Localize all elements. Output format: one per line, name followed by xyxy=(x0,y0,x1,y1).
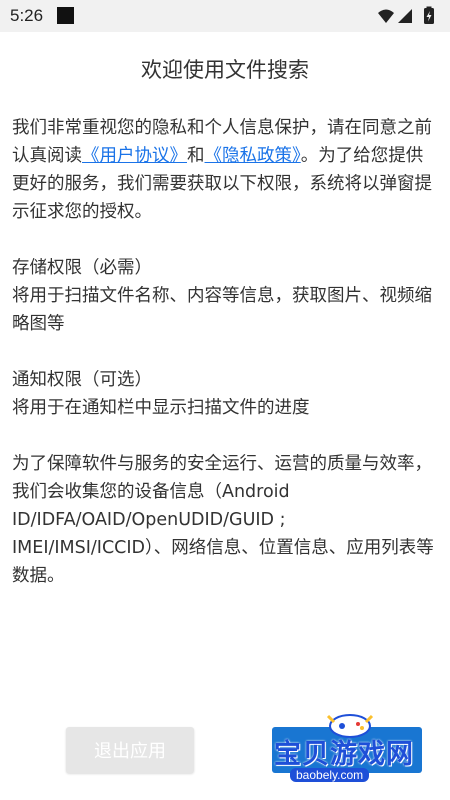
privacy-content: 我们非常重视您的隐私和个人信息保护，请在同意之前认真阅读《用户协议》和《隐私政策… xyxy=(12,114,438,618)
storage-permission-section: 存储权限（必需） 将用于扫描文件名称、内容等信息，获取图片、视频缩略图等 xyxy=(12,254,438,338)
intro-paragraph: 我们非常重视您的隐私和个人信息保护，请在同意之前认真阅读《用户协议》和《隐私政策… xyxy=(12,114,438,226)
agree-button[interactable] xyxy=(272,727,422,773)
status-time: 5:26 xyxy=(10,6,44,25)
user-agreement-link[interactable]: 《用户协议》 xyxy=(82,146,187,166)
wifi-icon xyxy=(378,9,394,23)
storage-permission-description: 将用于扫描文件名称、内容等信息，获取图片、视频缩略图等 xyxy=(12,286,432,334)
page-title: 欢迎使用文件搜索 xyxy=(141,58,309,82)
notification-permission-description: 将用于在通知栏中显示扫描文件的进度 xyxy=(12,398,310,418)
data-collection-notice: 为了保障软件与服务的安全运行、运营的质量与效率，我们会收集您的设备信息（Andr… xyxy=(12,454,434,586)
privacy-policy-link[interactable]: 《隐私政策》 xyxy=(205,146,301,166)
signal-icon xyxy=(398,9,412,23)
exit-app-button[interactable]: 退出应用 xyxy=(66,727,194,773)
notification-permission-heading: 通知权限（可选） xyxy=(12,370,152,390)
status-bar: 5:26 xyxy=(0,0,450,32)
notification-icon xyxy=(57,7,74,24)
storage-permission-heading: 存储权限（必需） xyxy=(12,258,152,278)
status-icons xyxy=(378,6,434,24)
intro-text-and: 和 xyxy=(187,146,205,166)
notification-permission-section: 通知权限（可选） 将用于在通知栏中显示扫描文件的进度 xyxy=(12,366,438,422)
